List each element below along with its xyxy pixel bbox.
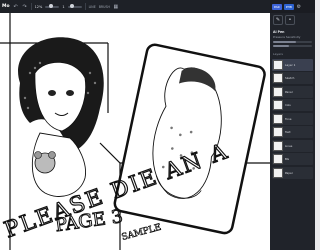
toolbar-divider xyxy=(84,3,86,10)
tab-par[interactable]: PAR xyxy=(272,3,282,10)
layer-thumbnail xyxy=(273,140,283,151)
drawing-canvas[interactable]: PLEASE DIE AN A PAGE 3 SAMPLE xyxy=(0,13,270,250)
layer-thumbnail xyxy=(273,59,283,70)
zoom-slider[interactable] xyxy=(45,4,60,8)
layer-label: Inks xyxy=(285,103,291,107)
mode-text[interactable]: LINE xyxy=(89,5,96,9)
layer-thumbnail xyxy=(273,127,283,137)
toolbar-divider xyxy=(30,3,32,10)
size-slider-knob[interactable] xyxy=(69,4,74,8)
zoom-value[interactable]: 12% xyxy=(35,5,43,9)
layer-label: Text xyxy=(285,130,291,134)
size-value[interactable]: 1 xyxy=(62,5,64,9)
layer-item[interactable]: Inks xyxy=(272,99,313,111)
brush-title: Ai Pen xyxy=(273,30,285,34)
layer-thumbnail xyxy=(273,100,283,110)
layer-label: Tone xyxy=(285,116,292,121)
redo-icon[interactable]: ↷ xyxy=(22,4,28,10)
layer-item[interactable]: Tone xyxy=(272,112,313,125)
settings-icon[interactable]: ⚙ xyxy=(296,4,302,10)
manga-page-art: PLEASE DIE AN A PAGE 3 SAMPLE xyxy=(0,13,270,250)
app-brand: Mo xyxy=(2,4,10,9)
pressure-slider[interactable] xyxy=(273,41,312,43)
opacity-slider[interactable] xyxy=(273,45,312,47)
layer-thumbnail xyxy=(273,73,283,83)
brush-label[interactable]: BRUSH xyxy=(99,5,110,9)
layer-item[interactable]: Panel xyxy=(272,85,313,98)
tab-phb[interactable]: PHB xyxy=(283,3,294,10)
layer-label: Layer 1 xyxy=(285,62,296,67)
tool-buttons-row: ✎ • xyxy=(270,13,315,27)
grid-icon[interactable]: ▦ xyxy=(113,4,119,10)
layer-thumbnail xyxy=(273,86,283,97)
layer-label: Paper xyxy=(285,170,293,175)
pen-icon[interactable]: ✎ xyxy=(273,15,283,25)
layer-label: Sketch xyxy=(285,76,295,80)
layer-item[interactable]: BG xyxy=(272,153,313,165)
layer-item[interactable]: Sketch xyxy=(272,72,313,84)
layer-item[interactable]: Layer 1 xyxy=(272,58,313,71)
layer-item[interactable]: Text xyxy=(272,126,313,138)
layer-item[interactable]: Lines xyxy=(272,139,313,152)
brush-subtitle: Pressure Sensitivity xyxy=(273,35,301,39)
layer-label: Panel xyxy=(285,89,293,94)
undo-icon[interactable]: ↶ xyxy=(13,4,19,10)
size-slider[interactable] xyxy=(67,4,82,8)
layer-label: Lines xyxy=(285,143,293,148)
top-toolbar: Mo ↶ ↷ 12% 1 LINE BRUSH ▦ xyxy=(0,0,270,13)
brush-icon[interactable]: • xyxy=(285,15,295,25)
right-sidebar: PAR PHB ⚙ ✎ • Ai Pen Pressure Sensitivit… xyxy=(270,0,315,250)
layer-thumbnail xyxy=(273,154,283,164)
layer-item[interactable]: Paper xyxy=(272,166,313,179)
sidebar-tabs: PAR PHB ⚙ xyxy=(270,0,315,13)
layer-label: BG xyxy=(285,157,290,161)
layers-heading: Layers xyxy=(273,52,283,56)
zoom-slider-knob[interactable] xyxy=(49,4,54,8)
layer-thumbnail xyxy=(273,167,283,178)
layer-thumbnail xyxy=(273,113,283,124)
